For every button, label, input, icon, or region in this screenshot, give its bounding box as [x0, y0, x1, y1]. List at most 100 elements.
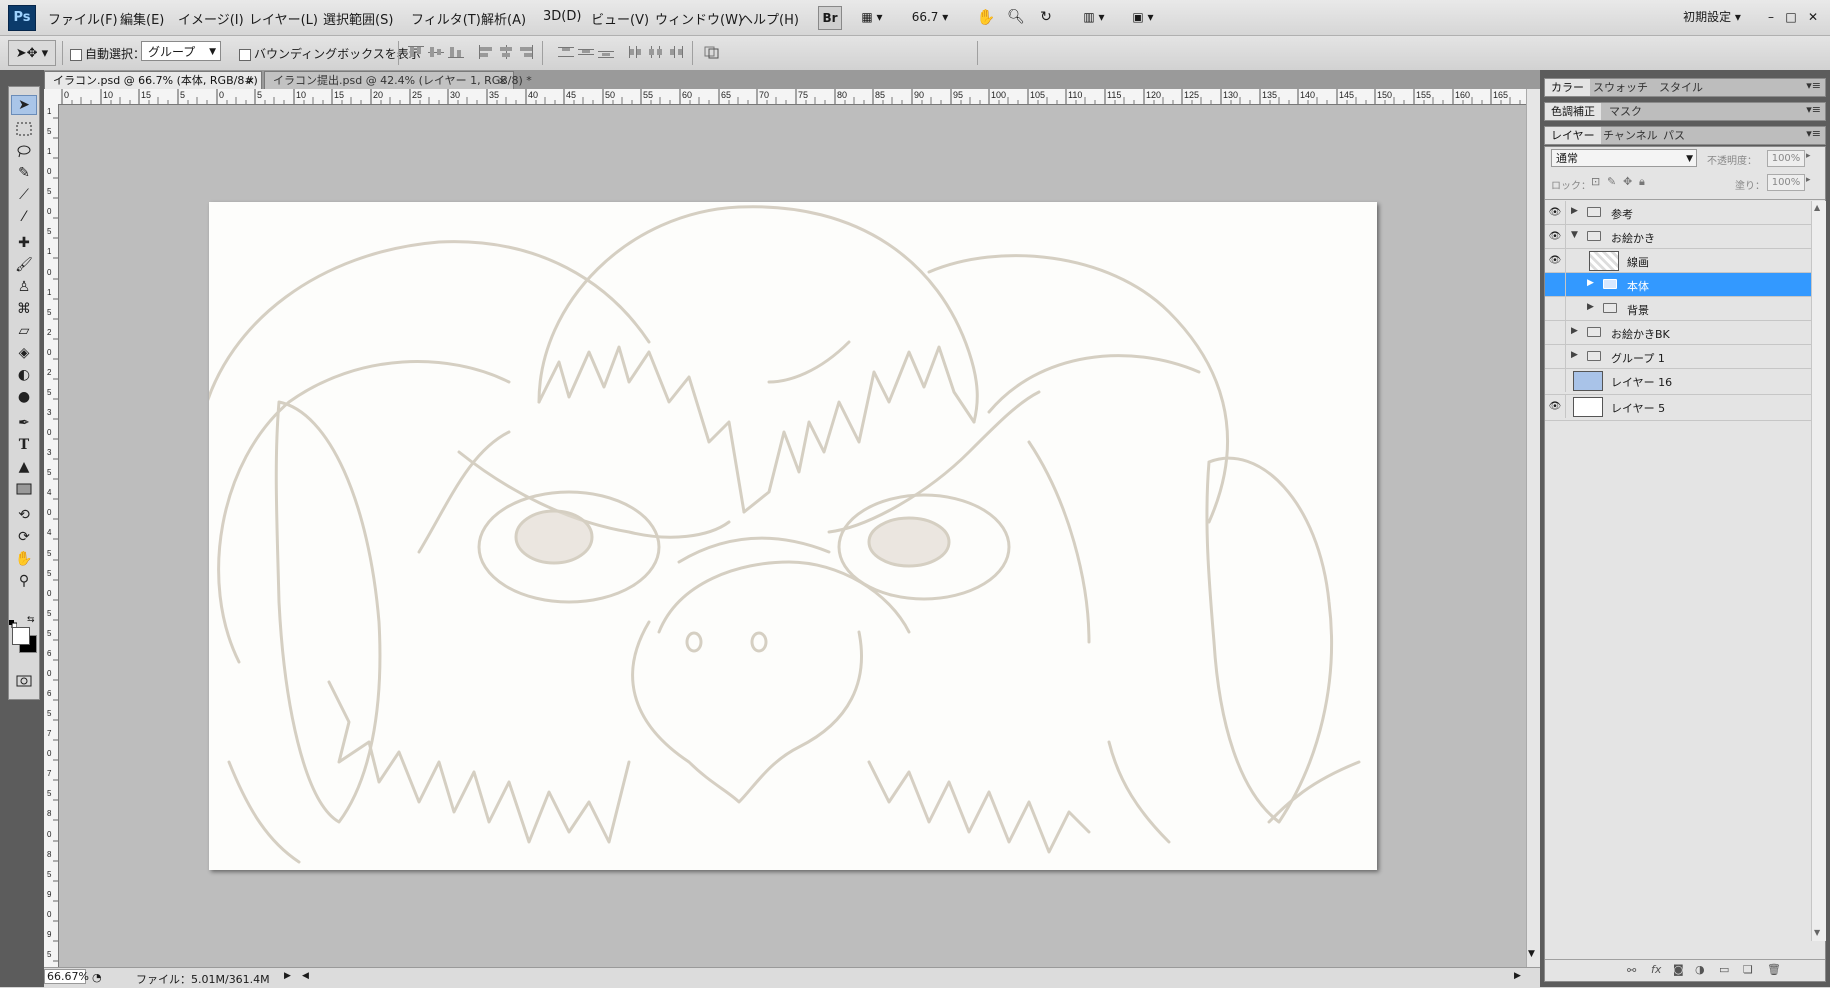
- link-layers-icon[interactable]: ⚯: [1627, 964, 1636, 977]
- hand-tool-icon[interactable]: ✋: [11, 549, 37, 569]
- crop-tool-icon[interactable]: ⟋: [11, 185, 37, 205]
- fill-field[interactable]: 100%: [1767, 174, 1805, 191]
- visibility-eye-icon[interactable]: 👁︎: [1545, 201, 1566, 224]
- panel-menu-icon[interactable]: ▾≡: [1806, 79, 1821, 92]
- scroll-up-icon[interactable]: ▲: [1814, 203, 1820, 212]
- menu-3d[interactable]: 3D(D): [543, 9, 581, 24]
- menu-layer[interactable]: レイヤー(L): [249, 9, 318, 28]
- swap-colors-icon[interactable]: ⇆: [27, 615, 35, 625]
- status-menu-arrow-icon[interactable]: ▶: [284, 971, 291, 981]
- rotate-view-icon[interactable]: ↻: [1035, 6, 1057, 28]
- fill-slider-arrow-icon[interactable]: ▸: [1806, 175, 1811, 185]
- align-top-icon[interactable]: [406, 44, 426, 60]
- collapse-arrow-icon[interactable]: ▼: [1571, 230, 1578, 240]
- delete-layer-icon[interactable]: 🗑︎: [1767, 963, 1781, 976]
- quick-selection-tool-icon[interactable]: ✎: [11, 163, 37, 183]
- close-icon[interactable]: ×: [246, 72, 255, 90]
- layers-scrollbar[interactable]: ▲ ▼: [1811, 201, 1826, 941]
- tab-paths[interactable]: パス: [1657, 127, 1691, 144]
- distribute-bottom-icon[interactable]: [596, 44, 616, 60]
- align-left-icon[interactable]: [476, 44, 496, 60]
- vertical-ruler[interactable]: 1510505101520253035404550556065707580859…: [44, 104, 59, 967]
- expand-arrow-icon[interactable]: ▶: [1587, 278, 1594, 288]
- expand-arrow-icon[interactable]: ▶: [1571, 206, 1578, 216]
- scroll-down-icon[interactable]: ▼: [1814, 928, 1820, 937]
- zoom-level-dropdown[interactable]: 66.7 ▾: [905, 6, 955, 28]
- menu-file[interactable]: ファイル(F): [48, 9, 118, 28]
- tab-swatches[interactable]: スウォッチ: [1587, 79, 1654, 96]
- ruler-origin[interactable]: [44, 89, 59, 105]
- menu-help[interactable]: ヘルプ(H): [740, 9, 799, 28]
- pen-tool-icon[interactable]: ✒: [11, 413, 37, 433]
- lasso-tool-icon[interactable]: [11, 141, 37, 161]
- history-brush-tool-icon[interactable]: ⌘: [11, 299, 37, 319]
- layer-row[interactable]: ▶ 本体: [1545, 273, 1811, 297]
- layer-row[interactable]: 👁︎ レイヤー 5: [1545, 395, 1811, 421]
- align-hcenter-icon[interactable]: [496, 44, 516, 60]
- minimize-icon[interactable]: –: [1762, 6, 1780, 28]
- hand-tool-icon[interactable]: ✋: [975, 6, 997, 28]
- screen-mode-icon[interactable]: ▣ ▾: [1125, 6, 1161, 28]
- tab-layers[interactable]: レイヤー: [1545, 127, 1601, 144]
- zoom-field[interactable]: 66.67%: [44, 969, 89, 984]
- layer-row[interactable]: ▶ グループ 1: [1545, 345, 1811, 369]
- lock-image-icon[interactable]: ✎: [1607, 175, 1616, 188]
- opacity-field[interactable]: 100%: [1767, 150, 1805, 167]
- tab-color[interactable]: カラー: [1545, 79, 1590, 96]
- new-layer-icon[interactable]: ❏: [1743, 963, 1753, 976]
- paint-bucket-tool-icon[interactable]: ◈: [11, 343, 37, 363]
- close-window-icon[interactable]: ✕: [1804, 6, 1822, 28]
- foreground-color-swatch[interactable]: [12, 627, 30, 645]
- brush-tool-icon[interactable]: 🖌︎: [11, 255, 37, 275]
- menu-image[interactable]: イメージ(I): [178, 9, 244, 28]
- visibility-eye-icon[interactable]: [1545, 321, 1566, 344]
- visibility-eye-icon[interactable]: 👁︎: [1545, 225, 1566, 248]
- vertical-scrollbar[interactable]: ▼: [1526, 89, 1541, 967]
- visibility-eye-icon[interactable]: [1545, 297, 1566, 320]
- menu-window[interactable]: ウィンドウ(W): [655, 9, 743, 28]
- eraser-tool-icon[interactable]: ▱: [11, 321, 37, 341]
- eyedropper-tool-icon[interactable]: ⁄: [11, 207, 37, 227]
- visibility-eye-icon[interactable]: [1545, 369, 1566, 392]
- distribute-vcenter-icon[interactable]: [576, 44, 596, 60]
- workspace-switcher[interactable]: 初期設定 ▾: [1672, 6, 1752, 28]
- default-colors-icon[interactable]: [9, 617, 18, 629]
- blend-mode-dropdown[interactable]: 通常 ▼: [1551, 149, 1697, 167]
- 3d-rotate-tool-icon[interactable]: ⟲: [11, 505, 37, 525]
- layer-row[interactable]: レイヤー 16: [1545, 369, 1811, 395]
- expand-arrow-icon[interactable]: ▶: [1571, 326, 1578, 336]
- view-extras-icon[interactable]: ▦ ▾: [855, 6, 889, 28]
- close-icon[interactable]: ×: [498, 72, 507, 90]
- panel-menu-icon[interactable]: ▾≡: [1806, 103, 1821, 116]
- tab-channels[interactable]: チャンネル: [1597, 127, 1664, 144]
- healing-brush-tool-icon[interactable]: ✚: [11, 233, 37, 253]
- new-group-icon[interactable]: ▭: [1719, 963, 1729, 976]
- blur-tool-icon[interactable]: ◐: [11, 365, 37, 385]
- quick-mask-icon[interactable]: [11, 671, 37, 691]
- status-icon[interactable]: ◔: [92, 971, 102, 984]
- scroll-right-icon[interactable]: ▶: [1514, 971, 1521, 981]
- visibility-eye-icon[interactable]: 👁︎: [1545, 249, 1566, 272]
- 3d-orbit-tool-icon[interactable]: ⟳: [11, 527, 37, 547]
- arrange-documents-icon[interactable]: ▥ ▾: [1076, 6, 1112, 28]
- scroll-left-icon[interactable]: ◀: [302, 971, 309, 981]
- auto-select-checkbox[interactable]: 自動選択：: [70, 45, 145, 62]
- visibility-eye-icon[interactable]: [1545, 273, 1566, 296]
- layer-style-icon[interactable]: fx: [1651, 963, 1661, 976]
- lock-all-icon[interactable]: 🔒︎: [1639, 175, 1645, 189]
- bridge-button[interactable]: Br: [818, 6, 842, 30]
- layer-row[interactable]: ▶ お絵かきBK: [1545, 321, 1811, 345]
- scroll-down-icon[interactable]: ▼: [1528, 949, 1535, 959]
- align-vcenter-icon[interactable]: [426, 44, 446, 60]
- layer-row[interactable]: 👁︎ 線画: [1545, 249, 1811, 273]
- distribute-left-icon[interactable]: [626, 44, 646, 60]
- show-bbox-checkbox[interactable]: バウンディングボックスを表示: [239, 45, 421, 62]
- auto-align-layers-icon[interactable]: [702, 44, 722, 60]
- zoom-tool-icon[interactable]: ⚲: [11, 571, 37, 591]
- tool-preset-picker[interactable]: ➤✥ ▾: [8, 40, 56, 66]
- horizontal-ruler[interactable]: 0 10 15 5 0 5 10 15 20 25 30 35 40 45 50 55 60 65 70 75 80 85…: [58, 89, 1526, 105]
- menu-view[interactable]: ビュー(V): [591, 9, 649, 28]
- clone-stamp-tool-icon[interactable]: ♙: [11, 277, 37, 297]
- maximize-icon[interactable]: □: [1782, 6, 1800, 28]
- layer-row[interactable]: 👁︎ ▼ お絵かき: [1545, 225, 1811, 249]
